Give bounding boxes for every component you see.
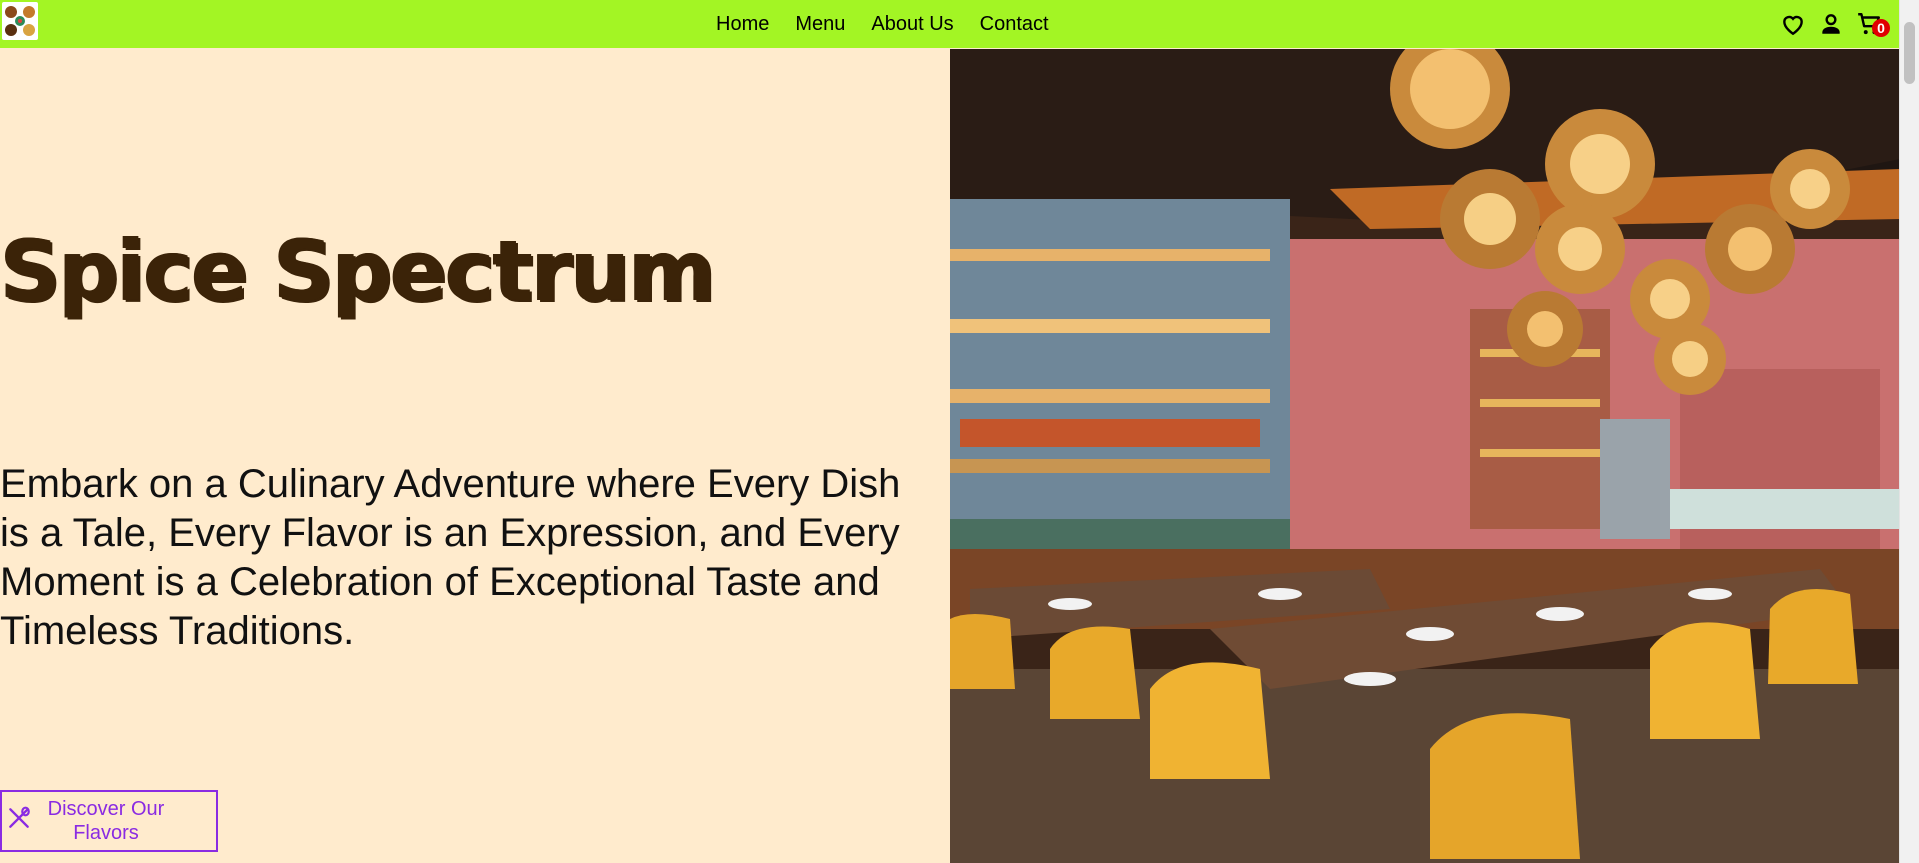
top-navbar: Home Menu About Us Contact 0 xyxy=(0,0,1900,48)
heart-icon[interactable] xyxy=(1780,11,1806,37)
restaurant-interior-photo xyxy=(950,49,1900,863)
fork-spoon-icon xyxy=(6,805,32,837)
hero-tagline: Embark on a Culinary Adventure where Eve… xyxy=(0,462,901,653)
main-nav-links: Home Menu About Us Contact xyxy=(716,0,1075,48)
discover-flavors-button[interactable]: Discover Our Flavors xyxy=(0,790,218,852)
user-icon[interactable] xyxy=(1818,11,1844,37)
nav-link-contact[interactable]: Contact xyxy=(980,13,1049,36)
nav-link-home[interactable]: Home xyxy=(716,13,769,36)
nav-link-menu[interactable]: Menu xyxy=(795,13,845,36)
restaurant-logo-icon[interactable] xyxy=(2,2,38,40)
cart-count-badge: 0 xyxy=(1872,19,1890,37)
nav-actions: 0 xyxy=(1780,0,1890,48)
discover-flavors-label: Discover Our Flavors xyxy=(47,798,165,844)
cart-icon[interactable]: 0 xyxy=(1856,11,1890,37)
hero-title: Spice Spectrum xyxy=(0,222,716,320)
nav-link-about-us[interactable]: About Us xyxy=(871,13,953,36)
scrollbar-thumb[interactable] xyxy=(1904,22,1915,84)
page-scrollbar[interactable] xyxy=(1899,0,1919,863)
